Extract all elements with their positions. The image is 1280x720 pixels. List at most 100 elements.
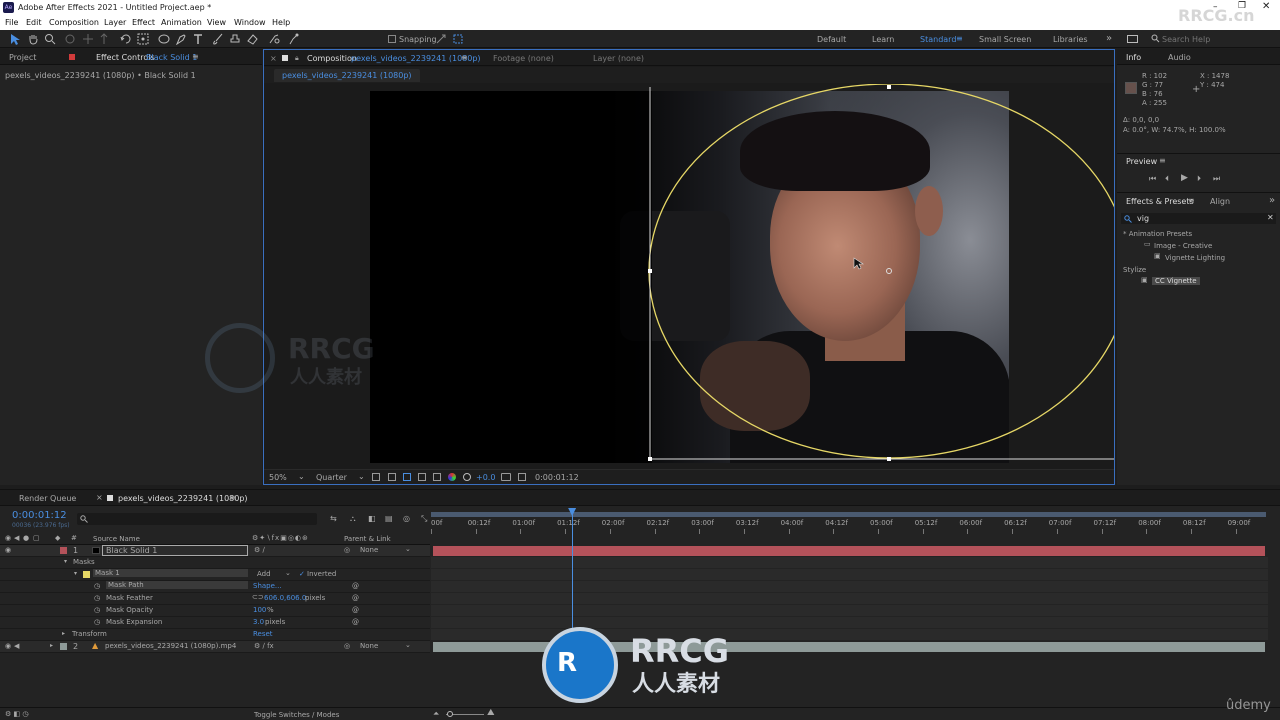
channel-icon[interactable]	[448, 473, 456, 481]
menu-composition[interactable]: Composition	[49, 18, 99, 27]
workspace-menu-icon[interactable]: ≡	[956, 34, 963, 43]
source-name-header[interactable]: Source Name	[93, 535, 140, 543]
draft-3d-icon[interactable]: ⛬	[350, 514, 356, 524]
mask-1-expand-icon[interactable]: ▾	[74, 570, 77, 577]
snap-options-icon[interactable]	[436, 34, 446, 44]
transform-row[interactable]: ▸ Transform Reset	[0, 629, 430, 641]
mask-path-expression-icon[interactable]: @	[352, 582, 359, 590]
tab-align[interactable]: Align	[1210, 197, 1230, 206]
tab-footage[interactable]: Footage (none)	[493, 54, 554, 63]
work-area-bar[interactable]	[431, 512, 1266, 517]
tab-timeline-comp[interactable]: pexels_videos_2239241 (1080p)	[118, 494, 248, 503]
workspace-overflow-icon[interactable]: »	[1106, 33, 1112, 44]
mask-expansion-expression-icon[interactable]: @	[352, 618, 359, 626]
mask-visibility-icon[interactable]	[403, 473, 411, 481]
layer-1-eye-icon[interactable]: ◉	[5, 546, 11, 554]
show-snapshot-icon[interactable]	[518, 473, 526, 481]
comp-panel-menu-icon[interactable]: ≡	[461, 53, 468, 62]
rectangle-tool-icon[interactable]	[158, 33, 170, 45]
menu-animation[interactable]: Animation	[161, 18, 202, 27]
comp-sub-tab[interactable]: pexels_videos_2239241 (1080p)	[274, 69, 420, 82]
graph-editor-icon[interactable]: ⤡	[421, 514, 427, 524]
menu-help[interactable]: Help	[272, 18, 290, 27]
close-icon[interactable]: ✕	[1262, 1, 1272, 12]
timeline-menu-icon[interactable]: ≡	[230, 493, 237, 502]
mask-1-inverted-checkbox[interactable]: ✓	[299, 570, 305, 578]
snapping-checkbox[interactable]	[388, 35, 396, 43]
tree-cc-vignette[interactable]: CC Vignette	[1152, 277, 1200, 285]
layer-1-name[interactable]: Black Solid 1	[102, 545, 248, 556]
mask-path-value[interactable]: Shape...	[253, 582, 282, 590]
timeline-close-icon[interactable]: ×	[96, 493, 103, 502]
mask-feather-expression-icon[interactable]: @	[352, 594, 359, 602]
layer-1-parent-dropdown[interactable]: None	[360, 546, 378, 554]
composition-flowchart-icon[interactable]: ⇆	[330, 514, 337, 523]
mask-feather-row[interactable]: ◷ Mask Feather ⊂⊃ 606.0,606.0 pixels @	[0, 593, 430, 605]
mask-expansion-value[interactable]: 3.0	[253, 618, 264, 626]
masks-group-row[interactable]: ▾ Masks	[0, 557, 430, 569]
mask-1-mode-dropdown[interactable]: Add	[257, 570, 271, 578]
orbit-tool-icon[interactable]	[64, 33, 76, 45]
timeline-current-time[interactable]: 0:00:01:12	[12, 510, 67, 521]
layer-2-label-color[interactable]	[60, 643, 67, 650]
workspace-default[interactable]: Default	[817, 35, 846, 44]
panel-menu-icon[interactable]: ≡	[192, 52, 199, 61]
mask-opacity-stopwatch-icon[interactable]: ◷	[94, 606, 100, 614]
layer-2-name[interactable]: pexels_videos_2239241 (1080p).mp4	[105, 642, 236, 650]
tab-audio[interactable]: Audio	[1168, 53, 1191, 62]
menu-effect[interactable]: Effect	[132, 18, 155, 27]
workspace-libraries[interactable]: Libraries	[1053, 35, 1088, 44]
puppet-tool-icon[interactable]	[287, 33, 299, 45]
anchor-point-tool-icon[interactable]	[137, 33, 149, 45]
menu-window[interactable]: Window	[234, 18, 266, 27]
workspace-standard[interactable]: Standard	[920, 35, 956, 44]
transform-reset-link[interactable]: Reset	[253, 630, 273, 638]
layer-2-parent-pickwhip-icon[interactable]: ◎	[344, 642, 350, 650]
comp-close-icon[interactable]: ×	[270, 54, 277, 63]
tab-project[interactable]: Project	[9, 53, 36, 62]
previous-frame-icon[interactable]: ⏴	[1165, 174, 1169, 184]
mask-expansion-stopwatch-icon[interactable]: ◷	[94, 618, 100, 626]
mask-feather-stopwatch-icon[interactable]: ◷	[94, 594, 100, 602]
parent-link-header[interactable]: Parent & Link	[344, 535, 391, 543]
shy-layers-icon[interactable]: ◧	[368, 514, 376, 523]
layer-2-audio-icon[interactable]: ◀	[14, 642, 19, 650]
first-frame-icon[interactable]: ⏮	[1149, 174, 1156, 184]
layer-1-parent-pickwhip-icon[interactable]: ◎	[344, 546, 350, 554]
rotate-tool-icon[interactable]	[120, 33, 132, 45]
clone-stamp-tool-icon[interactable]	[229, 33, 241, 45]
mask-1-row[interactable]: ▾ Mask 1 Add ⌄ ✓ Inverted	[0, 569, 430, 581]
workspace-learn[interactable]: Learn	[872, 35, 894, 44]
type-tool-icon[interactable]	[192, 33, 204, 45]
snap-grid-icon[interactable]	[453, 34, 463, 44]
transform-expand-icon[interactable]: ▸	[62, 630, 65, 637]
pan-tool-icon[interactable]	[82, 33, 94, 45]
mask-opacity-value[interactable]: 100	[253, 606, 266, 614]
menu-edit[interactable]: Edit	[26, 18, 42, 27]
tab-layer[interactable]: Layer (none)	[593, 54, 644, 63]
tree-stylize[interactable]: Stylize	[1123, 266, 1146, 274]
region-of-interest-icon[interactable]	[418, 473, 426, 481]
frame-blending-icon[interactable]: ▤	[385, 514, 393, 523]
mask-opacity-row[interactable]: ◷ Mask Opacity 100 % @	[0, 605, 430, 617]
tab-effects-presets[interactable]: Effects & Presets	[1126, 197, 1194, 206]
transparency-grid-icon[interactable]	[388, 473, 396, 481]
brush-tool-icon[interactable]	[212, 33, 224, 45]
search-help-input[interactable]	[1162, 33, 1272, 45]
layer-search-field[interactable]	[77, 513, 317, 525]
mask-1-color-swatch[interactable]	[83, 571, 90, 578]
tab-info[interactable]: Info	[1126, 53, 1141, 62]
zoom-in-icon[interactable]: ⛰	[487, 708, 495, 718]
last-frame-icon[interactable]: ⏭	[1213, 174, 1220, 184]
comp-current-time[interactable]: 0:00:01:12	[535, 473, 579, 482]
layer-1-label-color[interactable]	[60, 547, 67, 554]
effects-overflow-icon[interactable]: »	[1269, 195, 1275, 206]
panel-layout-icon[interactable]	[1127, 35, 1138, 43]
tree-image-creative[interactable]: Image - Creative	[1154, 242, 1212, 250]
layer-1-switch-icons[interactable]: ⚙ ∕	[254, 546, 265, 554]
menu-layer[interactable]: Layer	[104, 18, 126, 27]
zoom-out-icon[interactable]: ⏶	[433, 709, 439, 719]
layer-2-switch-icons[interactable]: ⚙ ∕ fx	[254, 642, 274, 650]
exposure-icon[interactable]	[463, 473, 471, 481]
comp-viewer[interactable]	[264, 84, 1114, 468]
